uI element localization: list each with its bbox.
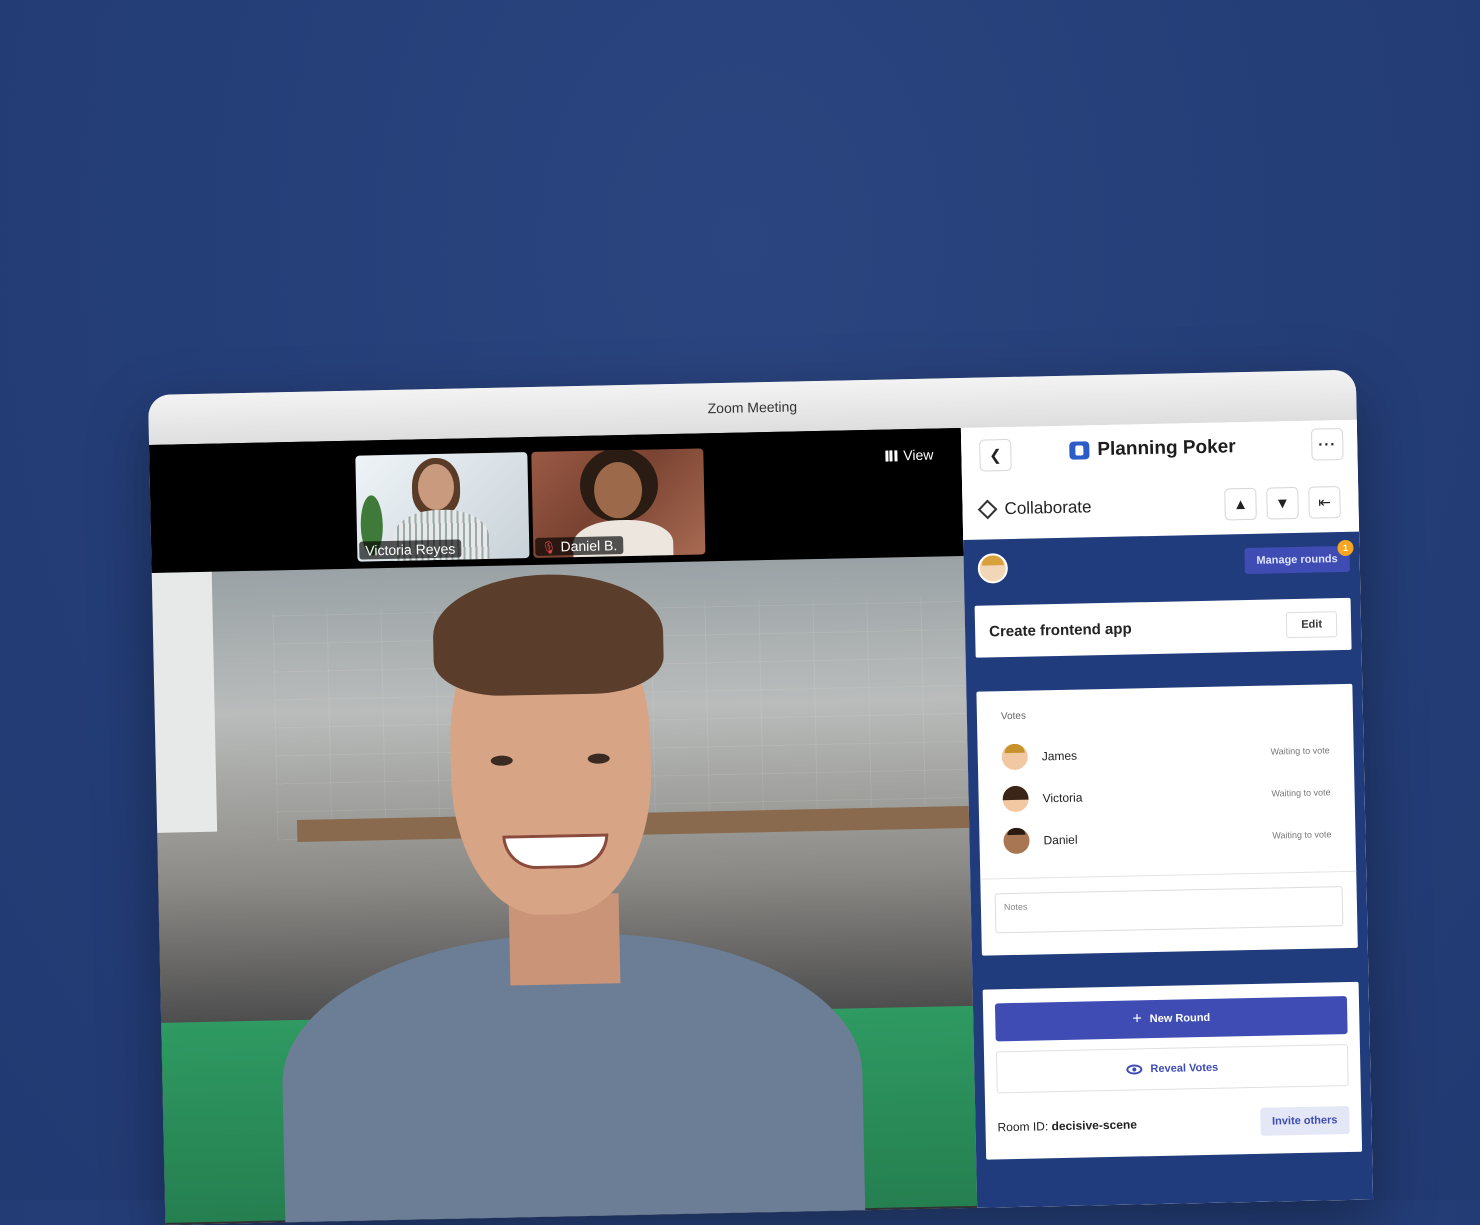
new-round-button[interactable]: + New Round: [994, 996, 1348, 1042]
planning-poker-logo-icon: [1069, 441, 1090, 460]
vote-status: Waiting to vote: [1272, 829, 1332, 841]
gallery-view-icon: [885, 449, 898, 462]
reveal-votes-label: Reveal Votes: [1150, 1061, 1219, 1076]
vote-status: Waiting to vote: [1270, 745, 1330, 757]
participant-thumbnail-daniel[interactable]: 🎙 Daniel B.: [531, 448, 706, 558]
participant-name-tag: Victoria Reyes: [359, 539, 462, 560]
votes-card: Votes James Waiting to vote Victoria Wai…: [976, 683, 1358, 956]
more-horizontal-icon: ···: [1318, 435, 1337, 454]
task-card: Create frontend app Edit: [974, 597, 1352, 658]
voter-avatar: [1002, 785, 1029, 813]
video-area: Victoria Reyes 🎙 Daniel B. View: [149, 427, 978, 1225]
participant-name: Daniel B.: [560, 537, 618, 555]
collaborate-icon: [977, 499, 998, 520]
window-light: [151, 571, 218, 833]
avatar-row: Manage rounds 1: [973, 532, 1354, 596]
notes-placeholder: Notes: [1003, 901, 1028, 913]
window-title: Zoom Meeting: [707, 398, 798, 417]
room-id-value: decisive-scene: [1051, 1117, 1138, 1134]
more-options-button[interactable]: ···: [1310, 427, 1344, 461]
manage-rounds-label: Manage rounds: [1256, 553, 1338, 567]
participant-strip: Victoria Reyes 🎙 Daniel B. View: [149, 427, 964, 573]
filter-icon: ▼: [1274, 494, 1291, 512]
participant-name: Victoria Reyes: [365, 540, 456, 559]
room-id-text: Room ID: decisive-scene: [997, 1117, 1137, 1134]
vote-row: James Waiting to vote: [991, 729, 1340, 778]
back-button[interactable]: ❮: [979, 438, 1012, 472]
collaborate-section: Collaborate: [977, 497, 1092, 520]
view-button[interactable]: View: [885, 446, 934, 464]
voter-name: Victoria: [1042, 790, 1083, 806]
panel-content: Manage rounds 1 Create frontend app Edit…: [963, 531, 1374, 1208]
room-row: Room ID: decisive-scene Invite others: [997, 1102, 1350, 1145]
divider: [980, 870, 1357, 880]
view-label: View: [903, 446, 934, 464]
plus-icon: +: [1132, 1010, 1142, 1028]
task-title: Create frontend app: [988, 619, 1132, 640]
vote-row: Victoria Waiting to vote: [992, 771, 1341, 820]
voter-avatar: [1003, 827, 1030, 855]
app-title: Planning Poker: [1069, 436, 1236, 461]
window-body: Victoria Reyes 🎙 Daniel B. View ❮ Planni…: [149, 419, 1374, 1225]
collapse-panel-button[interactable]: ⇤: [1308, 486, 1341, 519]
voter-name: Daniel: [1043, 832, 1078, 848]
reveal-votes-button[interactable]: Reveal Votes: [995, 1044, 1349, 1094]
zoom-meeting-window: Zoom Meeting Victoria Reyes 🎙 Daniel B. …: [148, 369, 1374, 1225]
notification-badge: 1: [1337, 539, 1354, 557]
edit-task-button[interactable]: Edit: [1286, 611, 1338, 639]
eye-icon: [1126, 1064, 1143, 1075]
notes-input[interactable]: Notes: [994, 886, 1344, 934]
vote-row: Daniel Waiting to vote: [993, 813, 1342, 862]
main-speaker-video: [151, 555, 978, 1225]
app-title-text: Planning Poker: [1097, 436, 1236, 461]
votes-label: Votes: [1000, 710, 1027, 723]
arrow-left-to-line-icon: ⇤: [1318, 494, 1331, 512]
voter-name: James: [1041, 748, 1078, 764]
new-round-label: New Round: [1149, 1011, 1211, 1026]
filter-button[interactable]: ▼: [1266, 486, 1299, 520]
vote-status: Waiting to vote: [1271, 787, 1331, 799]
chevron-left-icon: ❮: [988, 447, 1002, 465]
user-avatar[interactable]: [977, 553, 1009, 584]
voter-avatar: [1001, 743, 1029, 771]
actions-card: + New Round Reveal Votes Room ID: decisi…: [982, 981, 1363, 1160]
planning-poker-panel: ❮ Planning Poker ··· Collaborate ▲ ▼ ⇤ M…: [960, 419, 1374, 1208]
share-screen-button[interactable]: ▲: [1224, 487, 1257, 521]
participant-name-tag: 🎙 Daniel B.: [535, 536, 624, 556]
muted-mic-icon: 🎙: [541, 540, 557, 555]
manage-rounds-button[interactable]: Manage rounds 1: [1244, 539, 1354, 575]
share-screen-icon: ▲: [1232, 495, 1249, 513]
panel-header: ❮ Planning Poker ··· Collaborate ▲ ▼ ⇤: [960, 419, 1360, 541]
collaborate-label: Collaborate: [1004, 497, 1092, 519]
invite-others-button[interactable]: Invite others: [1259, 1106, 1350, 1136]
speaker-hair: [431, 572, 665, 698]
participant-thumbnail-victoria[interactable]: Victoria Reyes: [355, 452, 530, 562]
room-id-label: Room ID:: [997, 1119, 1049, 1135]
